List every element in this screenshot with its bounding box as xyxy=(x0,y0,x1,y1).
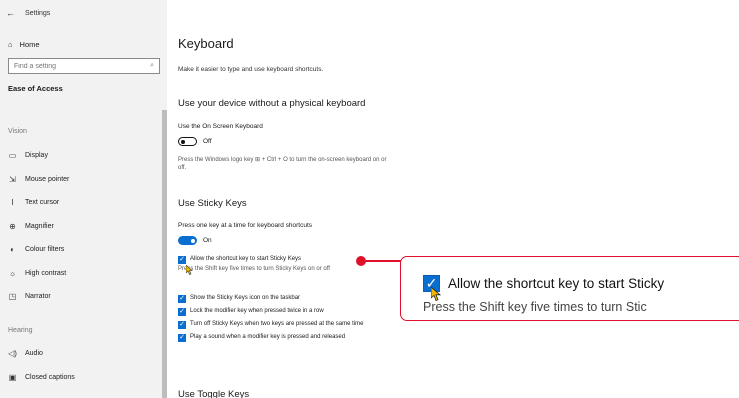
option-label: Lock the modifier key when pressed twice… xyxy=(190,308,324,314)
sidebar-item-label: High contrast xyxy=(25,269,67,277)
mouse-pointer-icon: ⇲ xyxy=(9,174,16,184)
checkbox-checked-icon[interactable]: ✓ xyxy=(178,308,186,316)
sidebar-item-label: Audio xyxy=(25,350,43,358)
sidebar-item-display[interactable]: ▭ Display xyxy=(8,144,158,168)
magnifier-icon: ⊕ xyxy=(9,221,16,231)
search-icon: ⌕ xyxy=(150,62,154,69)
sidebar-item-narrator[interactable]: ◳ Narrator xyxy=(8,285,158,309)
sidebar-scrollbar[interactable] xyxy=(162,110,167,398)
osk-switch[interactable] xyxy=(178,137,197,146)
zoom-callout: ✓ Allow the shortcut key to start Sticky… xyxy=(400,256,739,321)
checkbox-checked-icon[interactable]: ✓ xyxy=(178,256,186,264)
shortcut-checkbox-label: Allow the shortcut key to start Sticky K… xyxy=(190,256,302,262)
window-title: Settings xyxy=(25,9,51,17)
sidebar-item-label: Display xyxy=(25,152,48,160)
checkbox-checked-icon[interactable]: ✓ xyxy=(178,321,186,329)
group-label-vision: Vision xyxy=(8,128,27,135)
sidebar-item-high-contrast[interactable]: ☼ High contrast xyxy=(8,262,158,286)
option-label: Show the Sticky Keys icon on the taskbar xyxy=(190,295,301,301)
osk-toggle[interactable]: Off xyxy=(178,137,212,146)
sidebar-item-audio[interactable]: ◁) Audio xyxy=(8,342,158,366)
group-label-hearing: Hearing xyxy=(8,327,33,334)
high-contrast-icon: ☼ xyxy=(8,268,17,278)
option-checkbox-row[interactable]: ✓ Lock the modifier key when pressed twi… xyxy=(178,308,388,316)
osk-state: Off xyxy=(203,138,212,145)
back-arrow-icon[interactable]: ← xyxy=(6,8,15,18)
colour-filters-icon: ◐ xyxy=(10,245,15,255)
mouse-cursor-icon xyxy=(431,287,441,301)
callout-description: Press the Shift key five times to turn S… xyxy=(423,300,647,314)
option-checkbox-row[interactable]: ✓ Show the Sticky Keys icon on the taskb… xyxy=(178,295,388,303)
closed-captions-icon: ▣ xyxy=(8,372,17,382)
sticky-heading: Use Sticky Keys xyxy=(178,198,247,209)
sidebar-item-label: Narrator xyxy=(25,293,51,301)
display-icon: ▭ xyxy=(8,151,17,161)
checkbox-checked-icon[interactable]: ✓ xyxy=(178,295,186,303)
narrator-icon: ◳ xyxy=(8,292,17,302)
osk-heading: Use your device without a physical keybo… xyxy=(178,98,366,109)
sidebar: ← Settings ⌂ Home ⌕ Ease of Access Visio… xyxy=(0,0,167,398)
option-label: Turn off Sticky Keys when two keys are p… xyxy=(190,321,364,327)
option-checkbox-row[interactable]: ✓ Play a sound when a modifier key is pr… xyxy=(178,334,388,342)
sticky-label: Press one key at a time for keyboard sho… xyxy=(178,222,313,229)
sidebar-item-home[interactable]: ⌂ Home xyxy=(8,40,40,49)
shortcut-description: Press the Shift key five times to turn S… xyxy=(178,266,330,272)
search-input[interactable] xyxy=(14,62,134,70)
sidebar-item-text-cursor[interactable]: I Text cursor xyxy=(8,191,158,215)
sticky-switch[interactable] xyxy=(178,236,197,245)
search-box[interactable]: ⌕ xyxy=(8,58,160,74)
option-checkbox-row[interactable]: ✓ Turn off Sticky Keys when two keys are… xyxy=(178,321,388,329)
toggle-keys-heading: Use Toggle Keys xyxy=(178,389,250,398)
mouse-cursor-icon xyxy=(186,265,193,275)
sidebar-item-label: Closed captions xyxy=(25,373,75,381)
checkbox-checked-icon[interactable]: ✓ xyxy=(178,334,186,342)
callout-checkbox-label: Allow the shortcut key to start Sticky xyxy=(448,276,665,291)
vision-nav: ▭ Display ⇲ Mouse pointer I Text cursor … xyxy=(8,144,158,309)
sidebar-item-label: Home xyxy=(19,40,40,49)
option-label: Play a sound when a modifier key is pres… xyxy=(190,334,346,340)
sticky-toggle[interactable]: On xyxy=(178,236,212,245)
title-bar: ← Settings xyxy=(6,6,50,20)
sidebar-item-magnifier[interactable]: ⊕ Magnifier xyxy=(8,215,158,239)
callout-connector xyxy=(364,260,404,262)
sidebar-item-label: Magnifier xyxy=(25,222,54,230)
sidebar-item-closed-captions[interactable]: ▣ Closed captions xyxy=(8,366,158,390)
sidebar-item-mouse-pointer[interactable]: ⇲ Mouse pointer xyxy=(8,168,158,192)
sidebar-item-label: Colour filters xyxy=(25,246,65,254)
sticky-state: On xyxy=(203,237,212,244)
osk-description: Press the Windows logo key ⊞ + Ctrl + O … xyxy=(178,157,387,171)
hearing-nav: ◁) Audio ▣ Closed captions xyxy=(8,342,158,389)
text-cursor-icon: I xyxy=(11,198,14,208)
callout-checkbox-row: ✓ Allow the shortcut key to start Sticky xyxy=(423,275,664,292)
sidebar-item-label: Mouse pointer xyxy=(25,175,70,183)
page-subtitle: Make it easier to type and use keyboard … xyxy=(178,66,324,73)
page-title: Keyboard xyxy=(178,36,234,51)
sticky-options: ✓ Show the Sticky Keys icon on the taskb… xyxy=(178,295,388,347)
sidebar-item-colour-filters[interactable]: ◐ Colour filters xyxy=(8,238,158,262)
sidebar-item-label: Text cursor xyxy=(25,199,60,207)
section-title: Ease of Access xyxy=(8,84,63,93)
home-icon: ⌂ xyxy=(8,40,13,49)
osk-label: Use the On Screen Keyboard xyxy=(178,123,263,130)
audio-icon: ◁) xyxy=(8,349,17,359)
